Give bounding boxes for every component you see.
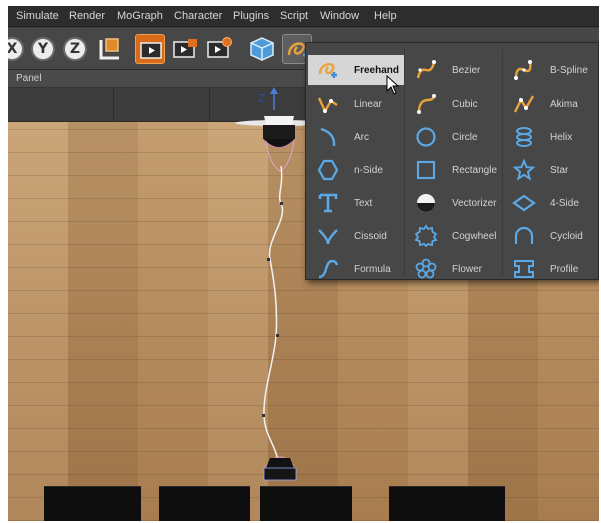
menu-item-circle[interactable]: Circle <box>406 122 502 152</box>
spline-point <box>262 414 265 417</box>
menu-item-helix[interactable]: Helix <box>504 122 598 152</box>
spline-dropdown-menu: Freehand Linear Arc n-Side Text Cissoid … <box>305 42 599 280</box>
menu-item-profile[interactable]: Profile <box>504 254 598 284</box>
menu-item-formula[interactable]: Formula <box>308 254 404 284</box>
mouse-cursor-icon <box>386 75 400 95</box>
cubic-icon <box>414 92 438 116</box>
spline-point <box>276 334 279 337</box>
menu-item-star[interactable]: Star <box>504 155 598 185</box>
vectorizer-icon <box>414 191 438 215</box>
menu-item-arc[interactable]: Arc <box>308 122 404 152</box>
column-divider <box>404 49 405 275</box>
floor-block <box>389 486 505 521</box>
menu-item-akima[interactable]: Akima <box>504 89 598 119</box>
akima-icon <box>512 92 536 116</box>
bottom-light-top <box>266 458 294 468</box>
n-side-icon <box>316 158 340 182</box>
menu-item-flower[interactable]: Flower <box>406 254 502 284</box>
star-icon <box>512 158 536 182</box>
floor-block <box>260 486 352 521</box>
menu-item-b-spline[interactable]: B-Spline <box>504 55 598 85</box>
four-side-icon <box>512 191 536 215</box>
spline-point <box>280 202 283 205</box>
app-window: Simulate Render MoGraph Character Plugin… <box>8 6 599 521</box>
floor-block <box>44 486 141 521</box>
menu-item-cissoid[interactable]: Cissoid <box>308 221 404 251</box>
cissoid-icon <box>316 224 340 248</box>
menu-item-bezier[interactable]: Bezier <box>406 55 502 85</box>
formula-icon <box>316 257 340 281</box>
freehand-spline <box>263 165 284 462</box>
menu-item-text[interactable]: Text <box>308 188 404 218</box>
bottom-light-body <box>263 467 297 481</box>
bezier-icon <box>414 58 438 82</box>
menu-item-cycloid[interactable]: Cycloid <box>504 221 598 251</box>
linear-icon <box>316 92 340 116</box>
b-spline-icon <box>512 58 536 82</box>
text-icon <box>316 191 340 215</box>
z-axis-label: Z <box>258 92 266 105</box>
profile-icon <box>512 257 536 281</box>
arc-icon <box>316 125 340 149</box>
freehand-icon <box>316 58 340 82</box>
floor-block <box>159 486 250 521</box>
menu-item-cubic[interactable]: Cubic <box>406 89 502 119</box>
cogwheel-icon <box>414 224 438 248</box>
top-light-shade <box>264 116 294 125</box>
circle-icon <box>414 125 438 149</box>
top-light-body <box>263 125 295 139</box>
top-light-cone <box>262 138 296 148</box>
spline-point <box>267 258 270 261</box>
menu-item-rectangle[interactable]: Rectangle <box>406 155 502 185</box>
menu-item-vectorizer[interactable]: Vectorizer <box>406 188 502 218</box>
rectangle-icon <box>414 158 438 182</box>
menu-item-cogwheel[interactable]: Cogwheel <box>406 221 502 251</box>
column-divider <box>502 49 503 275</box>
menu-item-4-side[interactable]: 4-Side <box>504 188 598 218</box>
flower-icon <box>414 257 438 281</box>
helix-icon <box>512 125 536 149</box>
menu-item-n-side[interactable]: n-Side <box>308 155 404 185</box>
cycloid-icon <box>512 224 536 248</box>
z-axis-arrowhead <box>270 87 278 94</box>
